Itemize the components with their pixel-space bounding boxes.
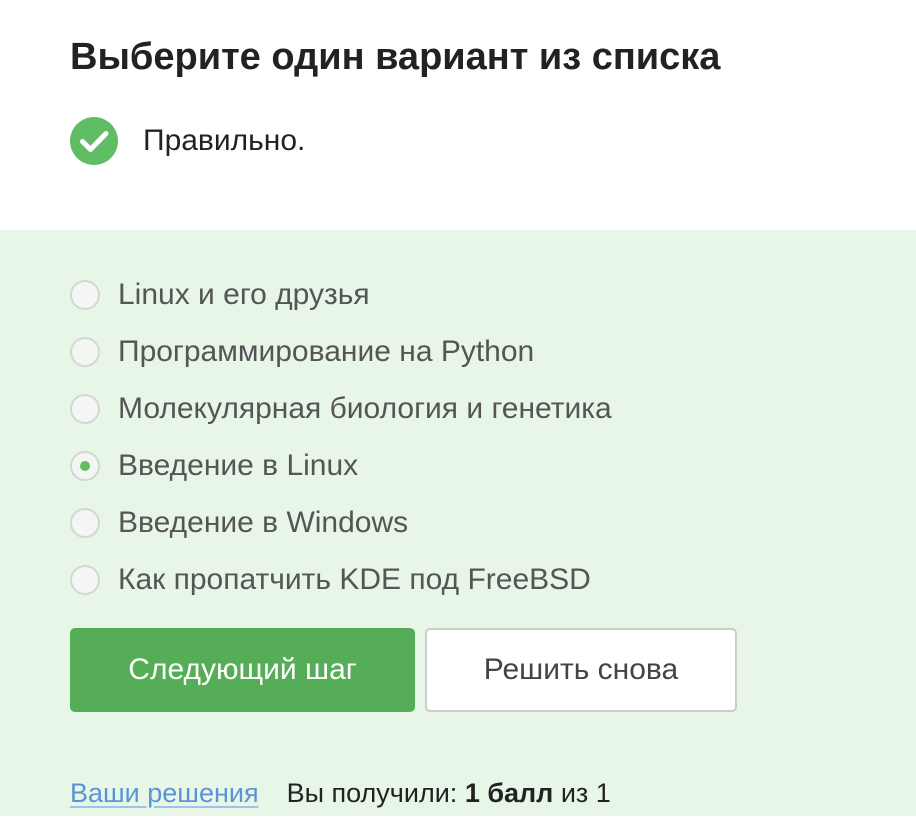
score-text: Вы получили: 1 балл из 1 [287, 778, 611, 809]
radio-button[interactable] [70, 393, 100, 424]
option-label: Введение в Windows [118, 505, 409, 539]
answer-option[interactable]: Молекулярная биология и генетика [70, 380, 612, 437]
radio-button[interactable] [70, 507, 100, 538]
next-step-button[interactable]: Следующий шаг [70, 628, 415, 712]
option-label: Linux и его друзья [118, 277, 370, 311]
quiz-title: Выберите один вариант из списка [70, 36, 721, 78]
quiz-step: Выберите один вариант из списка Правильн… [0, 0, 916, 818]
check-circle-icon [70, 117, 118, 165]
option-label: Как пропатчить KDE под FreeBSD [118, 562, 591, 596]
result-status: Правильно. [70, 117, 305, 165]
radio-button[interactable] [70, 279, 100, 310]
solve-again-button[interactable]: Решить снова [425, 628, 737, 712]
option-label: Введение в Linux [118, 448, 359, 482]
radio-button[interactable] [70, 336, 100, 367]
option-label: Молекулярная биология и генетика [118, 391, 612, 425]
action-buttons: Следующий шаг Решить снова [70, 628, 737, 712]
result-footer: Ваши решения Вы получили: 1 балл из 1 [70, 778, 611, 809]
status-text: Правильно. [143, 124, 306, 157]
score-prefix: Вы получили: [286, 778, 458, 808]
answer-option[interactable]: Как пропатчить KDE под FreeBSD [70, 551, 612, 608]
radio-button[interactable] [70, 564, 100, 595]
answer-option[interactable]: Linux и его друзья [70, 266, 612, 323]
answer-panel: Linux и его друзья Программирование на P… [0, 230, 916, 818]
option-label: Программирование на Python [118, 334, 535, 368]
answer-options: Linux и его друзья Программирование на P… [70, 266, 612, 608]
score-value: 1 балл [464, 778, 554, 808]
answer-option[interactable]: Введение в Windows [70, 494, 612, 551]
answer-option[interactable]: Программирование на Python [70, 323, 612, 380]
radio-button[interactable] [70, 450, 100, 481]
score-suffix: из 1 [560, 778, 611, 808]
quiz-header: Выберите один вариант из списка Правильн… [0, 0, 916, 230]
your-solutions-link[interactable]: Ваши решения [70, 778, 259, 809]
answer-option[interactable]: Введение в Linux [70, 437, 612, 494]
